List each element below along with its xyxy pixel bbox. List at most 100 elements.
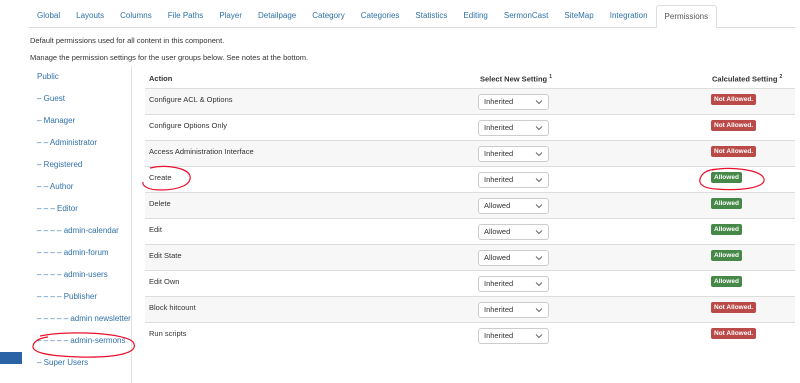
tab-bar: Global Layouts Columns File Paths Player Deta… xyxy=(29,5,718,28)
table-row: Block hitcount Inherited Not Allowed. xyxy=(145,296,795,322)
chevron-down-icon xyxy=(535,303,543,322)
header-select-footnote: 1 xyxy=(549,74,552,80)
setting-select[interactable]: Inherited xyxy=(478,302,549,318)
setting-select-value: Allowed xyxy=(484,253,511,262)
action-name: Configure Options Only xyxy=(149,121,227,130)
chevron-down-icon xyxy=(535,277,543,296)
group-item-super-users[interactable]: – Super Users xyxy=(30,352,132,374)
setting-select-value: Inherited xyxy=(484,279,514,288)
calculated-setting-badge: Allowed xyxy=(711,224,742,235)
setting-select-value: Inherited xyxy=(484,123,514,132)
setting-select[interactable]: Inherited xyxy=(478,172,549,188)
intro-default-permissions: Default permissions used for all content… xyxy=(30,36,225,45)
setting-select[interactable]: Inherited xyxy=(478,146,549,162)
action-name: Edit xyxy=(149,225,162,234)
setting-select-value: Allowed xyxy=(484,201,511,210)
setting-select[interactable]: Allowed xyxy=(478,198,549,214)
setting-select-value: Inherited xyxy=(484,97,514,106)
table-row: Create Inherited Allowed xyxy=(145,166,795,192)
chevron-down-icon xyxy=(535,251,543,270)
group-item-admin-forum[interactable]: – – – – admin-forum xyxy=(30,242,132,264)
group-item-admin-calendar[interactable]: – – – – admin-calendar xyxy=(30,220,132,242)
action-name: Edit Own xyxy=(149,277,180,286)
chevron-down-icon xyxy=(535,147,543,166)
setting-select[interactable]: Inherited xyxy=(478,276,549,292)
left-edge-marker xyxy=(0,352,22,364)
table-header: Action Select New Setting 1 Calculated S… xyxy=(145,68,795,88)
tab-player[interactable]: Player xyxy=(211,5,250,27)
tab-editing[interactable]: Editing xyxy=(455,5,495,27)
header-calculated-label: Calculated Setting xyxy=(712,74,778,84)
calculated-setting-badge: Allowed xyxy=(711,198,742,209)
setting-select-value: Inherited xyxy=(484,149,514,158)
table-row: Edit State Allowed Allowed xyxy=(145,244,795,270)
group-item-administrator[interactable]: – – Administrator xyxy=(30,132,132,154)
group-item-admin-newsletter[interactable]: – – – – – admin newsletter xyxy=(30,308,132,330)
setting-select[interactable]: Inherited xyxy=(478,120,549,136)
setting-select[interactable]: Allowed xyxy=(478,224,549,240)
table-row: Configure ACL & Options Inherited Not Allo… xyxy=(145,88,795,114)
calculated-setting-badge: Allowed xyxy=(711,172,742,183)
tab-sermoncast[interactable]: SermonCast xyxy=(496,5,556,27)
setting-select-value: Inherited xyxy=(484,305,514,314)
chevron-down-icon xyxy=(535,329,543,348)
setting-select-value: Allowed xyxy=(484,227,511,236)
tab-integration[interactable]: Integration xyxy=(602,5,656,27)
table-row: Access Administration Interface Inherited… xyxy=(145,140,795,166)
intro-manage-permissions: Manage the permission settings for the u… xyxy=(30,53,309,62)
group-item-admin-users[interactable]: – – – – admin-users xyxy=(30,264,132,286)
action-name: Create xyxy=(149,173,172,182)
header-calculated-setting: Calculated Setting 2 xyxy=(712,74,782,84)
setting-select[interactable]: Inherited xyxy=(478,328,549,344)
table-row: Edit Allowed Allowed xyxy=(145,218,795,244)
action-name: Run scripts xyxy=(149,329,187,338)
action-name: Block hitcount xyxy=(149,303,196,312)
chevron-down-icon xyxy=(535,121,543,140)
chevron-down-icon xyxy=(535,173,543,192)
calculated-setting-badge: Not Allowed. xyxy=(711,146,757,157)
group-item-author[interactable]: – – Author xyxy=(30,176,132,198)
group-item-manager[interactable]: – Manager xyxy=(30,110,132,132)
action-name: Edit State xyxy=(149,251,182,260)
tab-layouts[interactable]: Layouts xyxy=(68,5,112,27)
setting-select-value: Inherited xyxy=(484,331,514,340)
chevron-down-icon xyxy=(535,199,543,218)
group-item-public[interactable]: Public xyxy=(30,66,132,88)
table-row: Run scripts Inherited Not Allowed. xyxy=(145,322,795,348)
chevron-down-icon xyxy=(535,225,543,244)
tab-categories[interactable]: Categories xyxy=(353,5,408,27)
tab-file-paths[interactable]: File Paths xyxy=(160,5,212,27)
setting-select[interactable]: Inherited xyxy=(478,94,549,110)
table-row: Edit Own Inherited Allowed xyxy=(145,270,795,296)
calculated-setting-badge: Not Allowed. xyxy=(711,302,757,313)
setting-select[interactable]: Allowed xyxy=(478,250,549,266)
action-name: Delete xyxy=(149,199,171,208)
tab-statistics[interactable]: Statistics xyxy=(407,5,455,27)
action-name: Access Administration Interface xyxy=(149,147,254,156)
tab-sitemap[interactable]: SiteMap xyxy=(556,5,601,27)
tab-permissions[interactable]: Permissions xyxy=(655,5,718,28)
user-group-list: Public – Guest – Manager – – Administrator –… xyxy=(30,66,132,383)
tab-detailpage[interactable]: Detailpage xyxy=(250,5,304,27)
action-name: Configure ACL & Options xyxy=(149,95,233,104)
tab-category[interactable]: Category xyxy=(304,5,352,27)
chevron-down-icon xyxy=(535,95,543,114)
calculated-setting-badge: Allowed xyxy=(711,276,742,287)
group-item-guest[interactable]: – Guest xyxy=(30,88,132,110)
header-select-label: Select New Setting xyxy=(480,74,548,84)
table-row: Configure Options Only Inherited Not Allow… xyxy=(145,114,795,140)
tab-global[interactable]: Global xyxy=(29,5,68,27)
group-item-editor[interactable]: – – – Editor xyxy=(30,198,132,220)
calculated-setting-badge: Allowed xyxy=(711,250,742,261)
header-select-new-setting: Select New Setting 1 xyxy=(480,74,552,84)
header-calculated-footnote: 2 xyxy=(779,74,783,80)
header-action: Action xyxy=(149,74,173,83)
calculated-setting-badge: Not Allowed. xyxy=(711,328,757,339)
group-item-admin-sermons[interactable]: – – – – – admin-sermons xyxy=(30,330,132,352)
tab-columns[interactable]: Columns xyxy=(112,5,160,27)
table-row: Delete Allowed Allowed xyxy=(145,192,795,218)
setting-select-value: Inherited xyxy=(484,175,514,184)
group-item-publisher[interactable]: – – – – Publisher xyxy=(30,286,132,308)
group-item-registered[interactable]: – Registered xyxy=(30,154,132,176)
calculated-setting-badge: Not Allowed. xyxy=(711,94,757,105)
